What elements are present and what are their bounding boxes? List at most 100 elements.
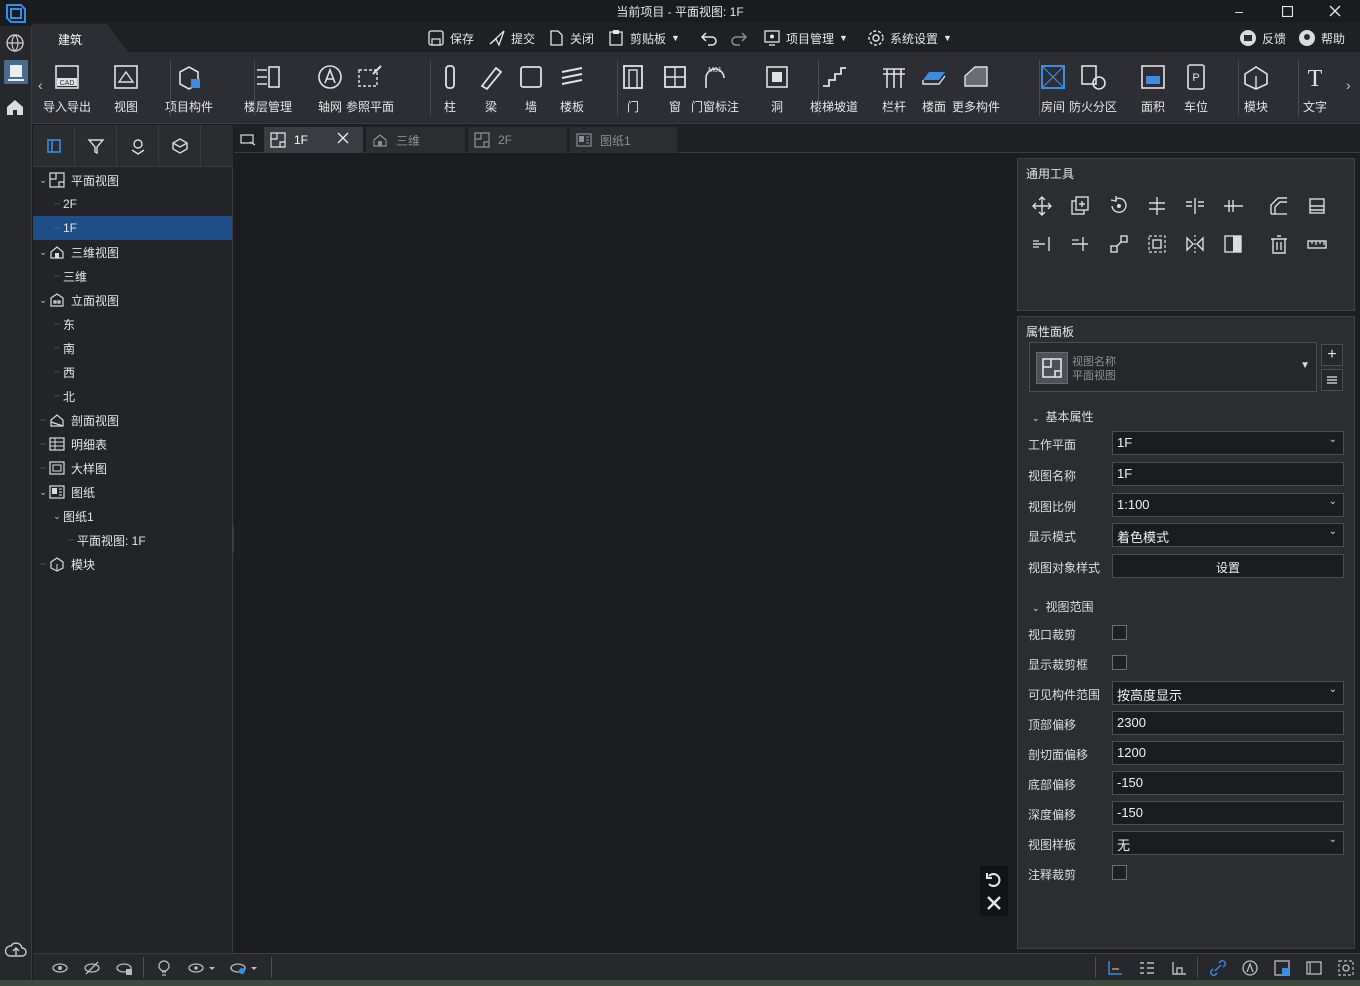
view-settings-button[interactable] [1321, 369, 1343, 391]
array-tool[interactable] [1220, 193, 1246, 219]
align-tool[interactable] [1182, 193, 1208, 219]
isolate-element-icon[interactable] [115, 959, 133, 977]
chevron-down-icon[interactable]: ⌄ [37, 247, 49, 258]
trim-extend-tool[interactable] [1067, 231, 1093, 257]
select-box-icon[interactable] [1273, 959, 1291, 977]
tree-item[interactable]: ┄ 南 [33, 336, 232, 360]
tree-node[interactable]: ⌄ 图纸 [33, 480, 232, 504]
split-tool[interactable] [1144, 193, 1170, 219]
ribbon-button-parking[interactable]: P 车位 [1172, 60, 1220, 118]
zoom-fit-icon[interactable] [1337, 959, 1355, 977]
system-settings-button[interactable]: 系统设置 ▼ [867, 27, 952, 49]
tree-item[interactable]: ┄ 西 [33, 360, 232, 384]
depth-offset-input[interactable]: -150 [1112, 801, 1344, 825]
hide-element-icon[interactable] [83, 959, 101, 977]
coordinate-icon[interactable] [1106, 959, 1124, 977]
display-mode-select[interactable]: 着色模式 ⌄ [1112, 523, 1344, 547]
ribbon-button-fire-zone[interactable]: 防火分区 [1069, 60, 1117, 118]
ribbon-button-opening[interactable]: 洞 [753, 60, 801, 118]
ribbon-button-cad-import-export[interactable]: CAD 导入导出 [43, 60, 91, 118]
ribbon-button-door-window-tag[interactable]: M01 门窗标注 [691, 60, 739, 118]
visibility-dropdown-icon[interactable] [187, 959, 217, 977]
help-button[interactable]: 帮助 [1298, 27, 1345, 49]
trim-tool[interactable] [1304, 193, 1330, 219]
chevron-down-icon[interactable]: ⌄ [51, 511, 63, 522]
cloud-upload-icon[interactable] [5, 940, 27, 960]
doc-tab[interactable]: 图纸1 [570, 127, 678, 153]
ribbon-button-slab[interactable]: 楼板 [548, 60, 596, 118]
rotate-tool[interactable] [1106, 193, 1132, 219]
scale-tool[interactable] [1106, 231, 1132, 257]
tree-item[interactable]: ┄ 东 [33, 312, 232, 336]
tree-item[interactable]: ┄ 北 [33, 384, 232, 408]
maximize-button[interactable] [1264, 0, 1310, 22]
ribbon-button-view[interactable]: 视图 [102, 60, 150, 118]
ribbon-button-module[interactable]: 模块 [1232, 60, 1280, 118]
tree-item[interactable]: ┄ 2F [33, 192, 232, 216]
ribbon-button-floor[interactable]: 楼面 [910, 60, 958, 118]
tree-node[interactable]: ⌄ 平面视图 [33, 168, 232, 192]
ribbon-button-floor-manage[interactable]: 楼层管理 [244, 60, 292, 118]
visible-range-select[interactable]: 按高度显示 ⌄ [1112, 681, 1344, 705]
doc-tab[interactable]: 三维 [366, 127, 466, 153]
window-mode-icon[interactable] [1305, 959, 1323, 977]
top-offset-input[interactable]: 2300 [1112, 711, 1344, 735]
copy-tool[interactable] [1067, 193, 1093, 219]
doc-tab[interactable]: 2F [468, 127, 568, 153]
bottom-offset-input[interactable]: -150 [1112, 771, 1344, 795]
viewport-crop-checkbox[interactable] [1112, 625, 1127, 640]
offset-tool[interactable] [1266, 193, 1292, 219]
close-nav-icon[interactable] [986, 895, 1002, 911]
tree-node[interactable]: ┄ 明细表 [33, 432, 232, 456]
doc-tab[interactable]: 1F [264, 127, 364, 153]
browser-tab-views[interactable] [33, 125, 75, 167]
close-window-button[interactable] [1312, 0, 1358, 22]
ribbon-scroll-right-icon[interactable]: › [1346, 77, 1351, 93]
tree-node[interactable]: ⌄ 三维视图 [33, 240, 232, 264]
view-name-input[interactable]: 1F [1112, 462, 1344, 486]
cut-offset-input[interactable]: 1200 [1112, 741, 1344, 765]
section-view-range[interactable]: ⌄ 视图范围 [1032, 598, 1094, 615]
tree-item[interactable]: ┄ 平面视图: 1F [33, 528, 232, 552]
view-scale-select[interactable]: 1:100 ⌄ [1112, 493, 1344, 517]
delete-tool[interactable] [1266, 231, 1292, 257]
ribbon-button-more-components[interactable]: 更多构件 [952, 60, 1000, 118]
tree-node[interactable]: ┄ 剖面视图 [33, 408, 232, 432]
list-icon[interactable] [1138, 959, 1156, 977]
work-plane-select[interactable]: 1F ⌄ [1112, 431, 1344, 455]
view-type-selector[interactable]: 视图名称 平面视图 ▼ [1029, 342, 1317, 392]
close-tab-icon[interactable] [331, 132, 357, 144]
reset-view-icon[interactable] [985, 871, 1003, 889]
submit-button[interactable]: 提交 [488, 27, 535, 49]
browser-tab-location[interactable] [117, 125, 159, 167]
feedback-button[interactable]: 反馈 [1239, 27, 1286, 49]
object-style-settings-button[interactable]: 设置 [1112, 554, 1344, 578]
drawing-canvas[interactable] [234, 153, 1016, 953]
ribbon-button-area[interactable]: 面积 [1129, 60, 1177, 118]
ribbon-button-project-component[interactable]: 项目构件 [165, 60, 213, 118]
measure-tool[interactable] [1304, 231, 1330, 257]
section-basic[interactable]: ⌄ 基本属性 [1032, 408, 1094, 425]
close-file-button[interactable]: 关闭 [547, 27, 594, 49]
annotation-icon[interactable] [1241, 959, 1259, 977]
ribbon-button-reference-plane[interactable]: 参照平面 [346, 60, 394, 118]
project-manage-button[interactable]: 项目管理 ▼ [763, 27, 848, 49]
move-tool[interactable] [1029, 193, 1055, 219]
split-face-tool[interactable] [1220, 231, 1246, 257]
tree-item[interactable]: ⌄ 图纸1 [33, 504, 232, 528]
group-tool[interactable] [1144, 231, 1170, 257]
tree-node[interactable]: ┄ 大样图 [33, 456, 232, 480]
browser-tab-model[interactable] [159, 125, 201, 167]
tree-item[interactable]: ┄ 1F [33, 216, 232, 240]
display-filter-dropdown-icon[interactable] [229, 959, 259, 977]
home-icon[interactable] [4, 96, 26, 118]
chevron-down-icon[interactable]: ⌄ [37, 487, 49, 498]
undo-button[interactable] [700, 27, 718, 49]
tree-node[interactable]: ⌄ 立面视图 [33, 288, 232, 312]
chevron-down-icon[interactable]: ⌄ [37, 175, 49, 186]
link-icon[interactable] [1209, 959, 1227, 977]
extend-tool[interactable] [1029, 231, 1055, 257]
redo-button[interactable] [730, 27, 748, 49]
show-all-icon[interactable] [51, 959, 69, 977]
level-icon[interactable] [1170, 959, 1188, 977]
